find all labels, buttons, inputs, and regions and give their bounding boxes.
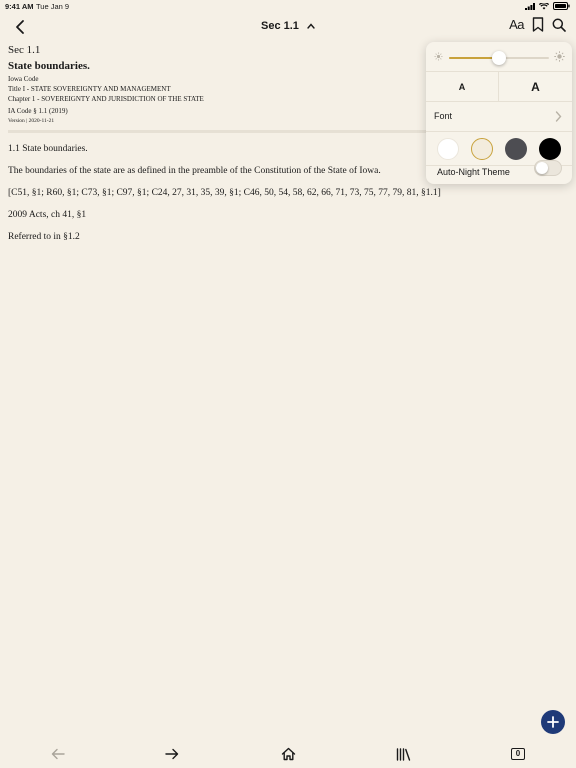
history-forward-button[interactable] bbox=[162, 744, 182, 764]
brightness-knob[interactable] bbox=[492, 51, 506, 65]
search-icon[interactable] bbox=[552, 18, 566, 32]
sun-small-icon bbox=[434, 52, 443, 61]
brightness-row bbox=[426, 42, 572, 72]
font-label: Font bbox=[434, 111, 453, 121]
increase-font-button[interactable]: A bbox=[499, 72, 572, 102]
tab-count: 0 bbox=[511, 748, 525, 760]
wifi-icon bbox=[539, 2, 549, 9]
divider bbox=[8, 130, 428, 133]
text-settings-button[interactable]: Aa bbox=[509, 17, 524, 32]
chevron-right-icon bbox=[555, 111, 562, 122]
status-bar: 9:41 AM Tue Jan 9 bbox=[0, 0, 576, 14]
library-button[interactable] bbox=[393, 744, 413, 764]
auto-night-label: Auto-Night Theme bbox=[437, 167, 510, 177]
bookmark-icon[interactable] bbox=[532, 17, 544, 32]
font-size-row: A A bbox=[426, 72, 572, 102]
decrease-font-button[interactable]: A bbox=[426, 72, 499, 102]
paragraph: 2009 Acts, ch 41, §1 bbox=[8, 210, 87, 220]
small-a-label: A bbox=[458, 82, 466, 92]
theme-white-swatch[interactable] bbox=[437, 138, 459, 160]
history-back-button[interactable] bbox=[48, 744, 68, 764]
sun-large-icon bbox=[554, 51, 565, 62]
section-title-button[interactable]: Sec 1.1 bbox=[0, 20, 576, 32]
tabs-button[interactable]: 0 bbox=[508, 744, 528, 764]
library-icon bbox=[396, 747, 410, 761]
home-button[interactable] bbox=[278, 744, 298, 764]
signal-icon bbox=[525, 2, 535, 10]
arrow-right-icon bbox=[165, 748, 179, 760]
battery-icon bbox=[553, 2, 570, 10]
nav-title: Sec 1.1 bbox=[261, 20, 299, 32]
status-icons bbox=[525, 2, 570, 10]
toggle-thumb bbox=[536, 162, 548, 174]
theme-gray-swatch[interactable] bbox=[505, 138, 527, 160]
bottom-toolbar: 0 bbox=[0, 742, 576, 764]
chevron-up-icon bbox=[307, 23, 315, 29]
font-picker-row[interactable]: Font bbox=[426, 102, 572, 132]
add-button[interactable] bbox=[541, 710, 565, 734]
paragraph: [C51, §1; R60, §1; C73, §1; C97, §1; C24… bbox=[8, 188, 441, 198]
nav-actions: Aa bbox=[509, 17, 566, 32]
auto-night-toggle[interactable] bbox=[534, 160, 562, 176]
home-icon bbox=[281, 747, 295, 761]
status-date: Tue Jan 9 bbox=[36, 2, 70, 11]
theme-sepia-swatch[interactable] bbox=[471, 138, 493, 160]
theme-night-swatch[interactable] bbox=[539, 138, 561, 160]
large-a-label: A bbox=[531, 80, 540, 94]
nav-bar: Sec 1.1 Aa bbox=[0, 14, 576, 40]
arrow-left-icon bbox=[51, 748, 65, 760]
text-settings-popover: A A Font Auto-Night Theme bbox=[426, 42, 572, 184]
status-time: 9:41 AM bbox=[5, 2, 34, 11]
paragraph: Referred to in §1.2 bbox=[8, 232, 80, 242]
auto-night-row: Auto-Night Theme bbox=[426, 160, 572, 184]
brightness-slider[interactable] bbox=[449, 51, 549, 65]
plus-icon bbox=[547, 716, 559, 728]
